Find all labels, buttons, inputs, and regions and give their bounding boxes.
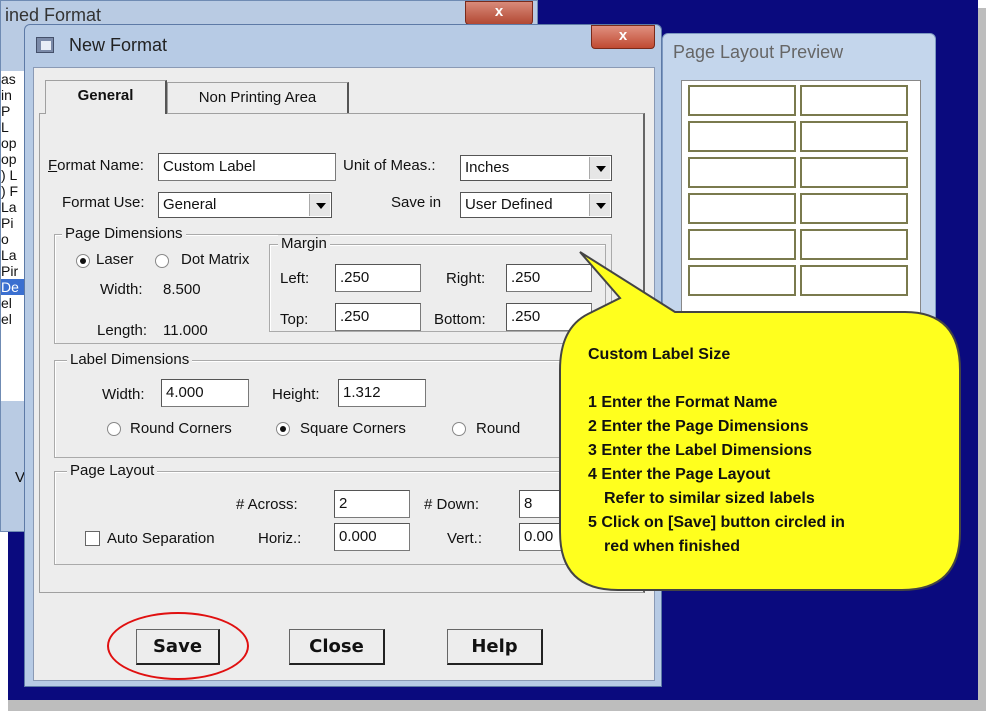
unit-of-measure-select[interactable]: Inches [460,155,612,181]
save-in-select[interactable]: User Defined [460,192,612,218]
down-label: # Down: [424,496,480,513]
preview-title: Page Layout Preview [673,42,844,62]
margin-title: Margin [278,235,330,252]
page-dimensions-title: Page Dimensions [62,225,186,242]
page-width-label: Width: [100,281,143,298]
page-length-value: 11.000 [163,322,208,339]
save-highlight-circle [107,612,249,680]
callout-step-5: 5 Click on [Save] button circled in [588,514,845,531]
round-corners-label: Round Corners [130,420,232,437]
margin-left-label: Left: [280,270,310,287]
round-label: Round [476,420,521,437]
page-length-label: Length: [97,322,148,339]
margin-left-input[interactable]: .250 [335,264,421,292]
label-height-label: Height: [272,386,320,403]
format-name-input[interactable]: Custom Label [158,153,336,181]
save-in-value: User Defined [465,196,553,213]
callout-step-1: 1 Enter the Format Name [588,394,778,411]
laser-radio[interactable] [76,254,90,268]
laser-label: Laser [96,251,134,268]
save-in-label: Save in [391,194,442,211]
chevron-down-icon[interactable] [589,157,610,179]
help-button[interactable]: Help [447,629,543,665]
close-button[interactable]: Close [289,629,385,665]
tab-non-printing-area[interactable]: Non Printing Area [167,82,349,114]
horiz-input[interactable]: 0.000 [334,523,410,551]
across-label: # Across: [236,496,298,513]
auto-separation-checkbox[interactable] [85,531,100,546]
preview-label-cell [688,121,796,152]
screenshot-shadow-bottom [8,700,986,711]
callout-step-4: 4 Enter the Page Layout [588,466,771,483]
square-corners-radio[interactable] [276,422,290,436]
dialog-close-button[interactable]: x [591,25,655,49]
chevron-down-icon[interactable] [309,194,330,216]
chevron-down-icon[interactable] [589,194,610,216]
round-radio[interactable] [452,422,466,436]
margin-bottom-label: Bottom: [434,311,486,328]
callout-title: Custom Label Size [588,346,731,363]
auto-separation-label: Auto Separation [107,530,215,547]
label-dimensions-title: Label Dimensions [67,351,193,368]
label-width-label: Width: [102,386,145,403]
label-width-input[interactable]: 4.000 [161,379,249,407]
label-dimensions-group [54,360,612,458]
preview-label-cell [800,85,908,116]
callout-step-4-note: Refer to similar sized labels [604,490,815,507]
preview-label-cell [800,121,908,152]
square-corners-label: Square Corners [300,420,406,437]
preview-label-cell [688,85,796,116]
format-name-label: Format Name: [48,157,144,174]
dot-matrix-label: Dot Matrix [181,251,250,268]
tab-general[interactable]: General [45,80,167,114]
screenshot-shadow-right [978,8,986,711]
label-height-input[interactable]: 1.312 [338,379,426,407]
page-width-value: 8.500 [163,281,201,298]
callout-step-2: 2 Enter the Page Dimensions [588,418,809,435]
across-input[interactable]: 2 [334,490,410,518]
horiz-label: Horiz.: [258,530,302,547]
callout-text: Custom Label Size 1 Enter the Format Nam… [588,343,845,559]
dot-matrix-radio[interactable] [155,254,169,268]
background-window-close-button[interactable]: x [465,1,533,25]
callout-step-5-cont: red when finished [604,538,741,555]
margin-top-input[interactable]: .250 [335,303,421,331]
preview-label-cell [800,157,908,188]
unit-of-measure-label: Unit of Meas.: [343,157,436,174]
margin-top-label: Top: [280,311,309,328]
preview-label-cell [688,193,796,224]
format-name-label-text: ormat Name: [57,157,144,174]
vert-label: Vert.: [447,530,483,547]
format-use-value: General [163,196,217,213]
preview-label-cell [688,157,796,188]
callout-step-3: 3 Enter the Label Dimensions [588,442,813,459]
dialog-title: New Format [69,35,168,55]
margin-right-label: Right: [446,270,486,287]
format-use-label: Format Use: [62,194,145,211]
preview-label-cell [800,193,908,224]
round-corners-radio[interactable] [107,422,121,436]
unit-of-measure-value: Inches [465,159,510,176]
window-app-icon [36,37,54,53]
format-use-select[interactable]: General [158,192,332,218]
page-layout-title: Page Layout [67,462,158,479]
background-window-title: ined Format [5,5,102,25]
